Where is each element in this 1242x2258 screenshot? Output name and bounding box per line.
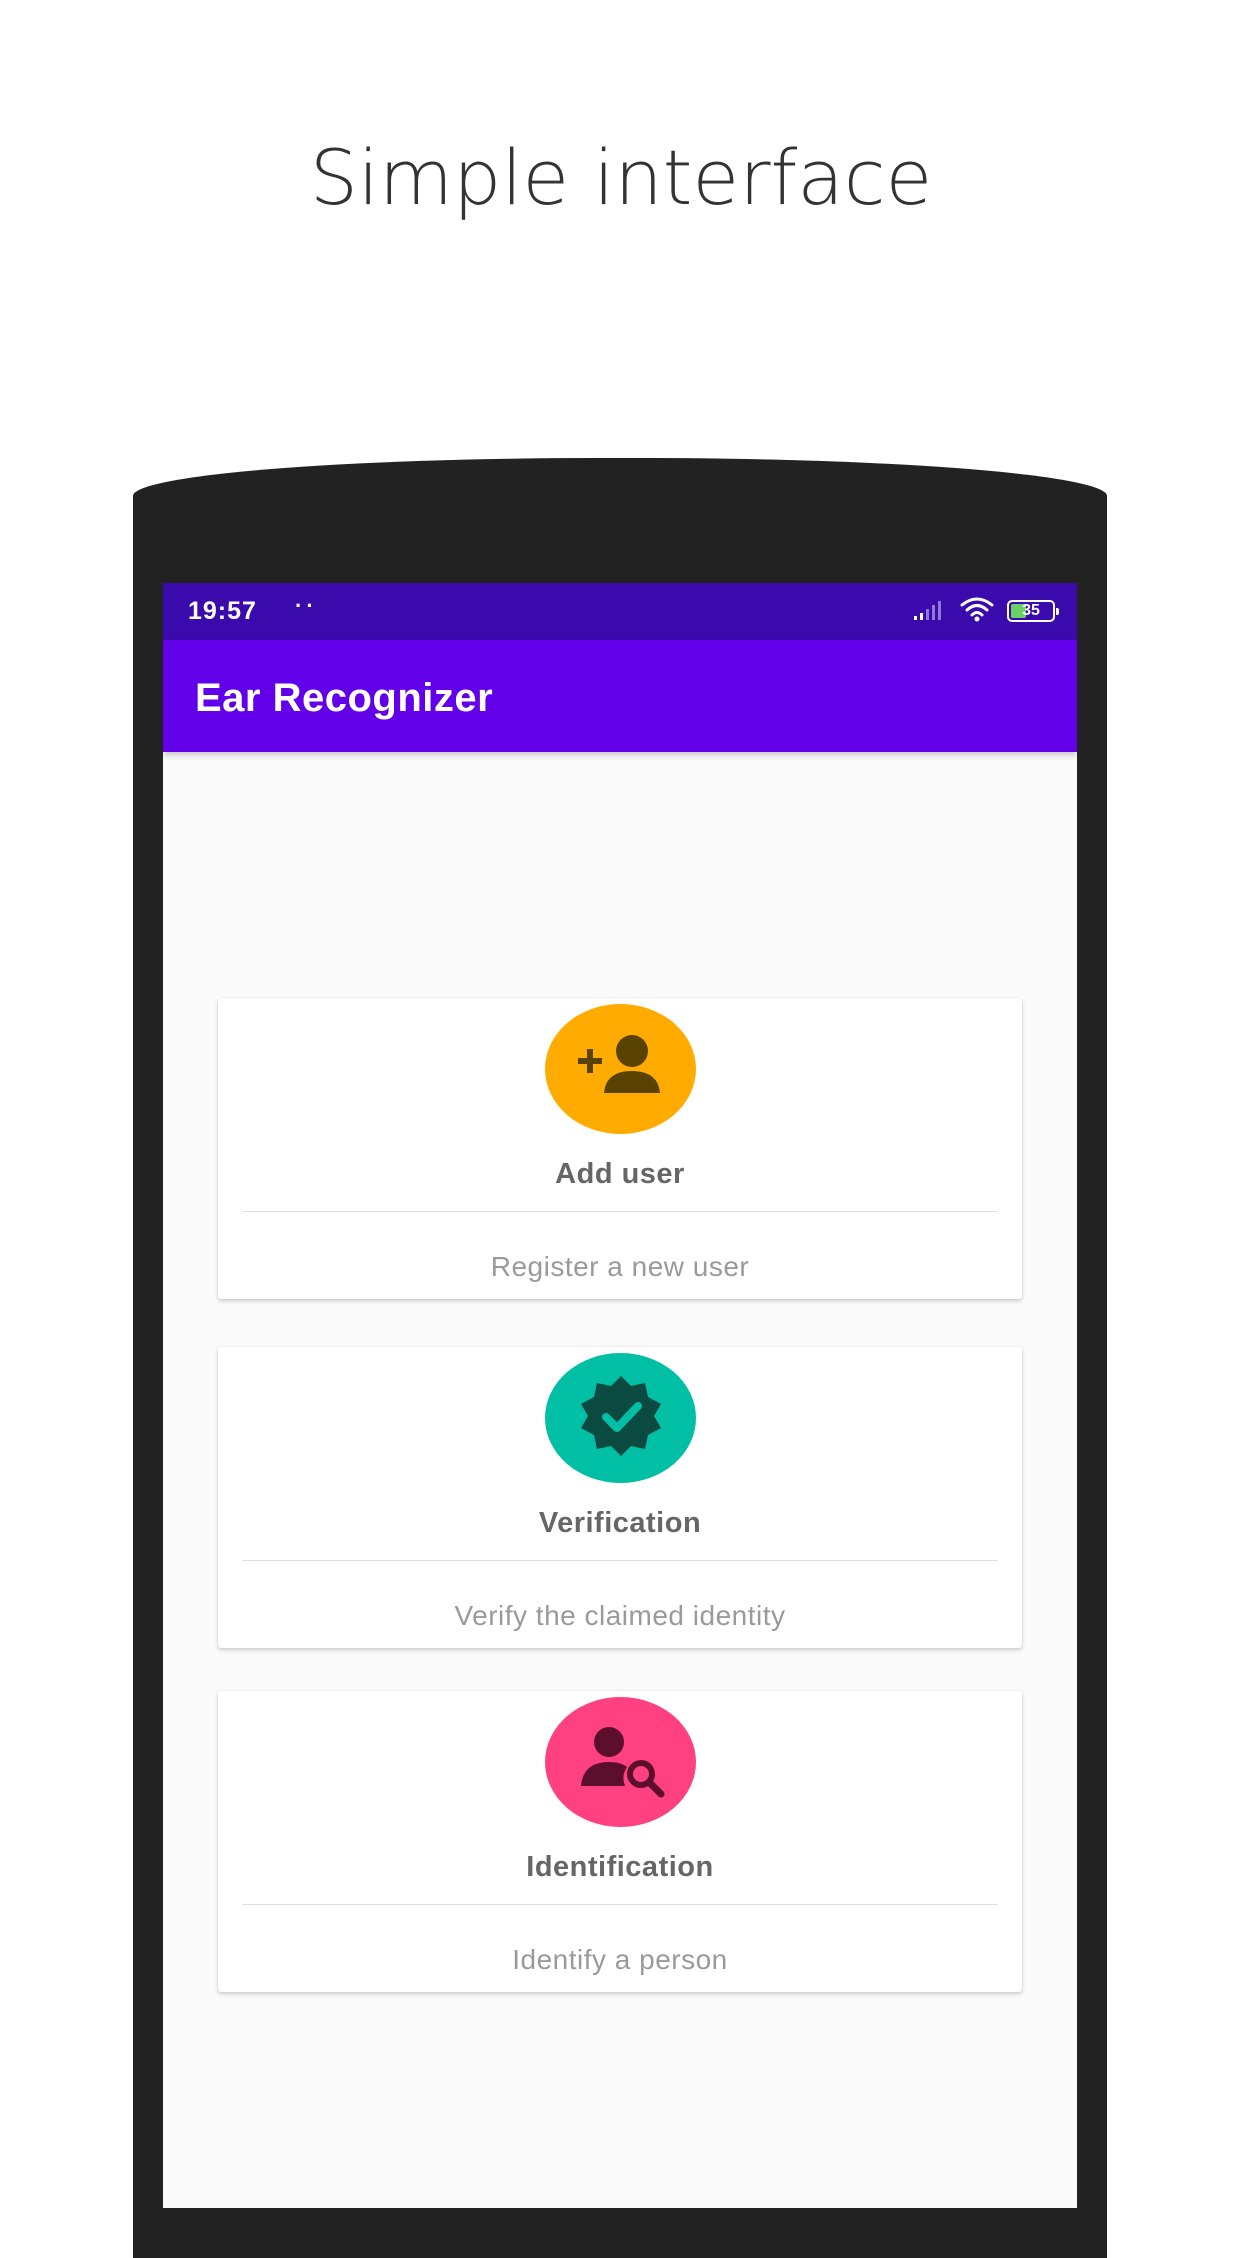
app-screen: 19:57 ·· 35 Ear Recognizer Add user Regi… [163,583,1077,2208]
identification-card[interactable]: Identification Identify a person [218,1691,1022,1992]
verification-icon-circle [545,1353,696,1483]
app-bar: Ear Recognizer [163,640,1077,752]
add-user-icon [566,1027,676,1112]
verification-subtitle: Verify the claimed identity [454,1600,786,1631]
battery-level: 35 [1022,602,1040,619]
promo-heading: Simple interface [309,133,933,222]
add-user-icon-circle [545,1004,696,1134]
card-divider [242,1211,998,1212]
add-user-card[interactable]: Add user Register a new user [218,998,1022,1299]
card-divider [242,1560,998,1561]
identification-subtitle: Identify a person [512,1944,728,1975]
verified-badge-icon [576,1371,666,1466]
battery-icon: 35 [1007,600,1059,622]
identification-title: Identification [526,1851,714,1883]
status-icons: 35 [913,596,1059,627]
person-search-icon [571,1720,671,1805]
add-user-subtitle: Register a new user [490,1251,750,1282]
card-divider [242,1904,998,1905]
verification-title: Verification [538,1507,702,1539]
notification-dots: ·· [295,593,318,618]
verification-card[interactable]: Verification Verify the claimed identity [218,1347,1022,1648]
status-time: 19:57 [188,597,257,625]
status-bar: 19:57 ·· 35 [163,583,1077,640]
app-title: Ear Recognizer [195,676,494,720]
signal-icon [913,597,947,626]
wifi-icon [959,596,995,627]
identification-icon-circle [545,1697,696,1827]
add-user-title: Add user [555,1158,685,1190]
